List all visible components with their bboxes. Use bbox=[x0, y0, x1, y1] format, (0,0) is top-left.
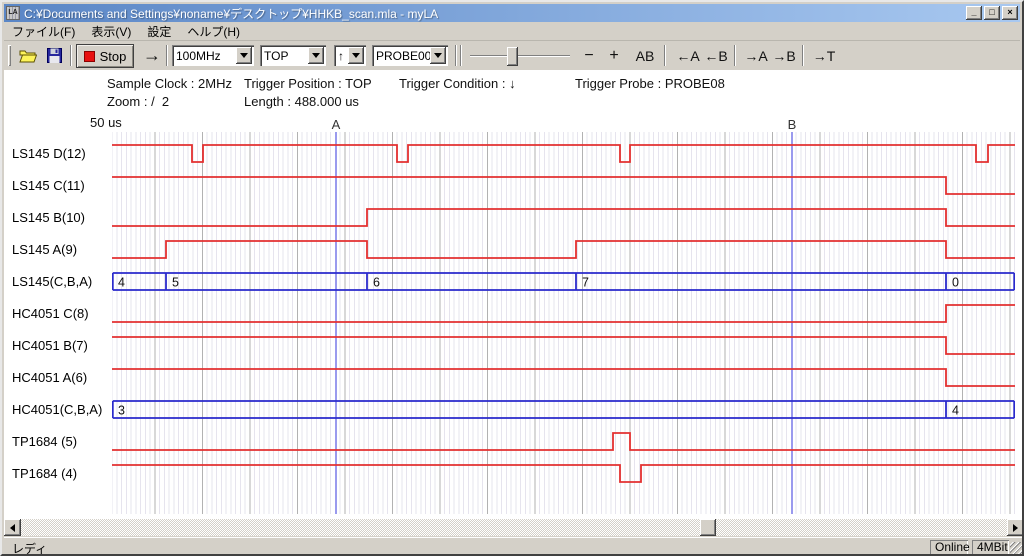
channel-label: LS145(C,B,A) bbox=[12, 274, 92, 290]
channel-label: HC4051(C,B,A) bbox=[12, 402, 102, 418]
ab-span-button[interactable]: AB bbox=[632, 44, 658, 67]
marker-b-left-button[interactable]: ←B bbox=[704, 44, 728, 67]
open-folder-icon bbox=[19, 49, 37, 63]
channel-label: HC4051 C(8) bbox=[12, 306, 89, 322]
info-sample-clock: Sample Clock : 2MHz bbox=[107, 76, 232, 91]
trigger-probe-combo[interactable]: PROBE00 bbox=[372, 45, 448, 66]
marker-b-right-button[interactable]: →B bbox=[772, 44, 796, 67]
zoom-out-button[interactable]: − bbox=[579, 44, 599, 67]
stop-button[interactable]: Stop bbox=[76, 44, 134, 68]
window-title: C:¥Documents and Settings¥noname¥デスクトップ¥… bbox=[24, 5, 964, 22]
toolbar-separator bbox=[460, 45, 462, 66]
close-button[interactable]: × bbox=[1002, 6, 1018, 20]
horizontal-scrollbar[interactable] bbox=[4, 519, 1024, 536]
maximize-button[interactable]: □ bbox=[984, 6, 1000, 20]
channel-label: LS145 C(11) bbox=[12, 178, 85, 194]
zoom-in-button[interactable]: + bbox=[604, 44, 624, 67]
menu-file[interactable]: ファイル(F) bbox=[4, 22, 83, 41]
toolbar: Stop → 100MHz TOP ↑ PROBE00 − + AB ←A bbox=[4, 42, 1020, 70]
toolbar-separator bbox=[70, 45, 72, 66]
bus-value: 3 bbox=[118, 404, 125, 418]
info-trigger-probe: Trigger Probe : PROBE08 bbox=[575, 76, 725, 91]
stop-square-icon bbox=[84, 51, 95, 62]
channel-label: HC4051 A(6) bbox=[12, 370, 87, 386]
run-button[interactable]: → bbox=[140, 44, 164, 67]
save-button[interactable] bbox=[42, 44, 66, 67]
arrow-right-icon bbox=[1013, 524, 1018, 532]
time-division-label: 50 us bbox=[90, 115, 122, 130]
scroll-left-button[interactable] bbox=[4, 519, 21, 536]
toolbar-separator bbox=[455, 45, 457, 66]
minimize-button[interactable]: _ bbox=[966, 6, 982, 20]
app-window: LA C:¥Documents and Settings¥noname¥デスクト… bbox=[0, 0, 1024, 556]
menu-settings[interactable]: 設定 bbox=[139, 22, 179, 41]
marker-a-right-button[interactable]: →A bbox=[744, 44, 768, 67]
trigger-probe-value: PROBE00 bbox=[372, 49, 430, 63]
trigger-edge-combo[interactable]: ↑ bbox=[334, 45, 366, 66]
chevron-down-icon[interactable] bbox=[430, 47, 446, 64]
title-bar: LA C:¥Documents and Settings¥noname¥デスクト… bbox=[4, 4, 1020, 22]
marker-b-label: B bbox=[782, 117, 802, 132]
chevron-down-icon[interactable] bbox=[348, 47, 364, 64]
toolbar-grip bbox=[8, 45, 11, 66]
channel-label: LS145 A(9) bbox=[12, 242, 77, 258]
menu-help[interactable]: ヘルプ(H) bbox=[179, 22, 248, 41]
resize-grip[interactable] bbox=[1010, 542, 1023, 555]
channel-label: HC4051 B(7) bbox=[12, 338, 88, 354]
waveform-plot[interactable]: 4 5 6 7 0 3 4 bbox=[112, 132, 1015, 514]
marker-a-left-button[interactable]: ←A bbox=[676, 44, 700, 67]
status-online-badge: Online bbox=[930, 540, 968, 555]
goto-trigger-button[interactable]: →T bbox=[812, 44, 836, 67]
arrow-left-icon bbox=[10, 524, 15, 532]
bus-value: 5 bbox=[172, 276, 179, 290]
channel-label-column: LS145 D(12) LS145 C(11) LS145 B(10) LS145 A… bbox=[12, 132, 112, 514]
chevron-down-icon[interactable] bbox=[236, 47, 252, 64]
info-length: Length : 488.000 us bbox=[244, 94, 359, 109]
menu-bar: ファイル(F) 表示(V) 設定 ヘルプ(H) bbox=[4, 23, 1020, 41]
bus-value: 6 bbox=[373, 276, 380, 290]
info-trigger-condition: Trigger Condition : ↓ bbox=[399, 76, 516, 91]
status-memory-badge: 4MBit bbox=[972, 540, 1009, 555]
info-zoom: Zoom : / 2 bbox=[107, 94, 169, 109]
toolbar-separator bbox=[166, 45, 168, 66]
info-trigger-position: Trigger Position : TOP bbox=[244, 76, 372, 91]
channel-label: LS145 D(12) bbox=[12, 146, 86, 162]
app-icon: LA bbox=[6, 6, 20, 20]
sample-clock-combo[interactable]: 100MHz bbox=[172, 45, 254, 66]
zoom-slider[interactable] bbox=[470, 55, 570, 57]
bus-value: 4 bbox=[952, 404, 959, 418]
bus-value: 7 bbox=[582, 276, 589, 290]
toolbar-separator bbox=[734, 45, 736, 66]
status-ready-text: レディ bbox=[12, 540, 47, 556]
toolbar-separator bbox=[664, 45, 666, 66]
channel-label: LS145 B(10) bbox=[12, 210, 85, 226]
menu-view[interactable]: 表示(V) bbox=[83, 22, 139, 41]
scrollbar-thumb[interactable] bbox=[700, 519, 716, 536]
zoom-slider-thumb[interactable] bbox=[507, 47, 518, 66]
bus-value: 4 bbox=[118, 276, 125, 290]
toolbar-separator bbox=[802, 45, 804, 66]
trigger-edge-value: ↑ bbox=[334, 49, 348, 63]
trigger-position-value: TOP bbox=[260, 49, 308, 63]
floppy-disk-icon bbox=[47, 48, 62, 63]
channel-label: TP1684 (4) bbox=[12, 466, 77, 482]
chevron-down-icon[interactable] bbox=[308, 47, 324, 64]
scroll-right-button[interactable] bbox=[1007, 519, 1024, 536]
status-bar: レディ Online 4MBit bbox=[4, 537, 1024, 556]
open-file-button[interactable] bbox=[16, 44, 40, 67]
trigger-position-combo[interactable]: TOP bbox=[260, 45, 326, 66]
marker-a-label: A bbox=[326, 117, 346, 132]
stop-label: Stop bbox=[100, 49, 127, 64]
bus-value: 0 bbox=[952, 276, 959, 290]
sample-clock-value: 100MHz bbox=[172, 49, 236, 63]
channel-label: TP1684 (5) bbox=[12, 434, 77, 450]
